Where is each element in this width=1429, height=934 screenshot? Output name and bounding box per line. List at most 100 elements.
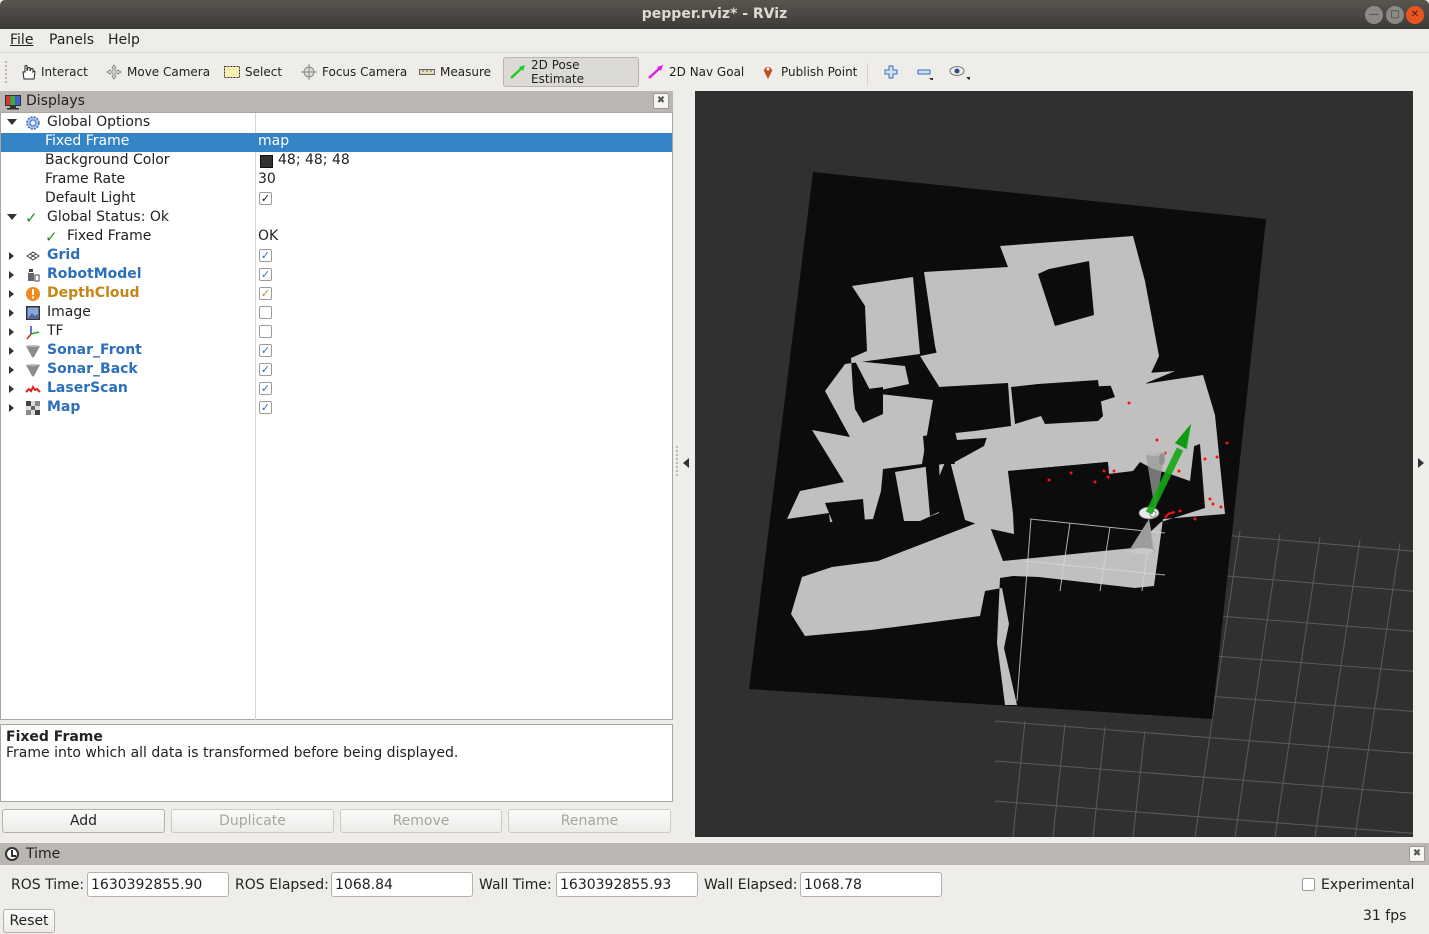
menu-help-label: Help: [108, 32, 140, 48]
close-icon: ✖: [656, 95, 666, 106]
expand-arrow-icon[interactable]: [9, 309, 14, 317]
displays-panel: Displays ✖ Global Options Fixed Frame ma…: [0, 91, 673, 720]
ros-elapsed-field[interactable]: [331, 872, 473, 897]
expand-arrow-icon[interactable]: [7, 119, 17, 125]
tree-row-global-options[interactable]: Global Options: [1, 114, 672, 133]
tree-row-fixed-frame[interactable]: Fixed Frame map: [1, 133, 672, 152]
tree-row-global-status[interactable]: ✓ Global Status: Ok: [1, 209, 672, 228]
robot-model-enabled-checkbox[interactable]: ✓: [259, 268, 272, 281]
menu-panels[interactable]: Panels: [49, 32, 94, 48]
default-light-checkbox[interactable]: ✓: [259, 192, 272, 205]
tree-row-label: Image: [47, 304, 91, 320]
description-title: Fixed Frame: [6, 729, 103, 745]
expand-arrow-icon[interactable]: [9, 385, 14, 393]
view-menu-button[interactable]: [942, 57, 976, 87]
tree-row-label: Sonar_Back: [47, 361, 138, 377]
minimize-icon: —: [1369, 9, 1379, 20]
tf-axes-icon: [25, 324, 41, 340]
tree-row-background-color[interactable]: Background Color 48; 48; 48: [1, 152, 672, 171]
tool-focus-camera[interactable]: Focus Camera: [294, 57, 413, 87]
collapse-right-arrow-icon[interactable]: [1418, 458, 1424, 468]
image-enabled-checkbox[interactable]: [259, 306, 272, 319]
add-tool-button[interactable]: [876, 57, 910, 87]
close-button[interactable]: ✕: [1406, 6, 1424, 24]
grid-enabled-checkbox[interactable]: ✓: [259, 249, 272, 262]
maximize-button[interactable]: □: [1386, 6, 1404, 24]
wall-elapsed-field[interactable]: [800, 872, 942, 897]
expand-arrow-icon[interactable]: [9, 290, 14, 298]
frame-rate-value[interactable]: 30: [258, 171, 276, 187]
duplicate-button[interactable]: Duplicate: [171, 809, 334, 833]
tree-row-default-light[interactable]: Default Light ✓: [1, 190, 672, 209]
toolbar-grip[interactable]: [5, 61, 8, 83]
tree-row-depth-cloud[interactable]: DepthCloud ✓: [1, 285, 672, 304]
tree-row-sonar-back[interactable]: Sonar_Back ✓: [1, 361, 672, 380]
clock-icon: [5, 847, 19, 861]
tool-2d-pose-estimate[interactable]: 2D Pose Estimate: [503, 57, 639, 87]
tf-enabled-checkbox[interactable]: [259, 325, 272, 338]
ros-time-field[interactable]: [87, 872, 229, 897]
experimental-checkbox[interactable]: [1302, 878, 1315, 891]
expand-arrow-icon[interactable]: [9, 404, 14, 412]
tree-row-grid[interactable]: Grid ✓: [1, 247, 672, 266]
panel-splitter[interactable]: [330, 719, 344, 722]
reset-button[interactable]: Reset: [3, 909, 55, 933]
remove-tool-button[interactable]: [909, 57, 943, 87]
scene-canvas[interactable]: [695, 91, 1413, 837]
fixed-frame-value[interactable]: map: [258, 133, 289, 149]
expand-arrow-icon[interactable]: [9, 328, 14, 336]
checkmark-icon: ✓: [45, 228, 58, 246]
minimize-button[interactable]: —: [1365, 6, 1383, 24]
depth-cloud-enabled-checkbox[interactable]: ✓: [259, 287, 272, 300]
tree-row-label: Global Status: Ok: [47, 209, 170, 225]
maximize-icon: □: [1390, 9, 1400, 20]
tree-row-frame-rate[interactable]: Frame Rate 30: [1, 171, 672, 190]
tree-row-label: DepthCloud: [47, 285, 140, 301]
sonar-front-enabled-checkbox[interactable]: ✓: [259, 344, 272, 357]
checkmark-icon: ✓: [25, 209, 38, 227]
left-dock-splitter[interactable]: [676, 446, 678, 476]
tool-measure[interactable]: Measure: [412, 57, 497, 87]
tool-interact-label: Interact: [41, 65, 88, 79]
tree-row-label: Fixed Frame: [67, 228, 152, 244]
wall-time-label: Wall Time:: [479, 877, 552, 893]
remove-button[interactable]: Remove: [340, 809, 502, 833]
collapse-left-arrow-icon[interactable]: [683, 458, 689, 468]
tree-row-laser-scan[interactable]: LaserScan ✓: [1, 380, 672, 399]
tool-interact[interactable]: Interact: [13, 57, 94, 87]
laser-scan-enabled-checkbox[interactable]: ✓: [259, 382, 272, 395]
add-button[interactable]: Add: [2, 809, 165, 833]
displays-panel-close-button[interactable]: ✖: [653, 93, 669, 109]
tool-2d-nav-goal[interactable]: 2D Nav Goal: [641, 57, 750, 87]
sonar-back-enabled-checkbox[interactable]: ✓: [259, 363, 272, 376]
time-panel-close-button[interactable]: ✖: [1409, 846, 1425, 862]
cone-icon: [25, 343, 41, 359]
menu-file[interactable]: File: [10, 32, 33, 48]
expand-arrow-icon[interactable]: [9, 252, 14, 260]
rename-button[interactable]: Rename: [508, 809, 671, 833]
map-enabled-checkbox[interactable]: ✓: [259, 401, 272, 414]
render-viewport[interactable]: [695, 91, 1413, 837]
color-swatch[interactable]: [260, 155, 273, 168]
expand-arrow-icon[interactable]: [9, 347, 14, 355]
close-icon: ✖: [1412, 848, 1422, 859]
tool-move-camera-label: Move Camera: [127, 65, 211, 79]
monitor-icon: [4, 94, 22, 114]
tree-row-tf[interactable]: TF: [1, 323, 672, 342]
menu-panels-label: Panels: [49, 32, 95, 48]
menu-help[interactable]: Help: [108, 32, 140, 48]
tree-row-sonar-front[interactable]: Sonar_Front ✓: [1, 342, 672, 361]
displays-panel-title: Displays: [26, 93, 85, 109]
tool-select[interactable]: Select: [217, 57, 288, 87]
tree-row-map[interactable]: Map ✓: [1, 399, 672, 418]
tree-row-image[interactable]: Image: [1, 304, 672, 323]
wall-time-field[interactable]: [556, 872, 698, 897]
tool-move-camera[interactable]: Move Camera: [99, 57, 216, 87]
expand-arrow-icon[interactable]: [9, 366, 14, 374]
tool-publish-point[interactable]: Publish Point: [753, 57, 863, 87]
tree-row-robot-model[interactable]: RobotModel ✓: [1, 266, 672, 285]
expand-arrow-icon[interactable]: [9, 271, 14, 279]
background-color-value[interactable]: 48; 48; 48: [278, 152, 350, 168]
tree-row-status-fixed-frame[interactable]: ✓ Fixed Frame OK: [1, 228, 672, 247]
expand-arrow-icon[interactable]: [7, 214, 17, 220]
